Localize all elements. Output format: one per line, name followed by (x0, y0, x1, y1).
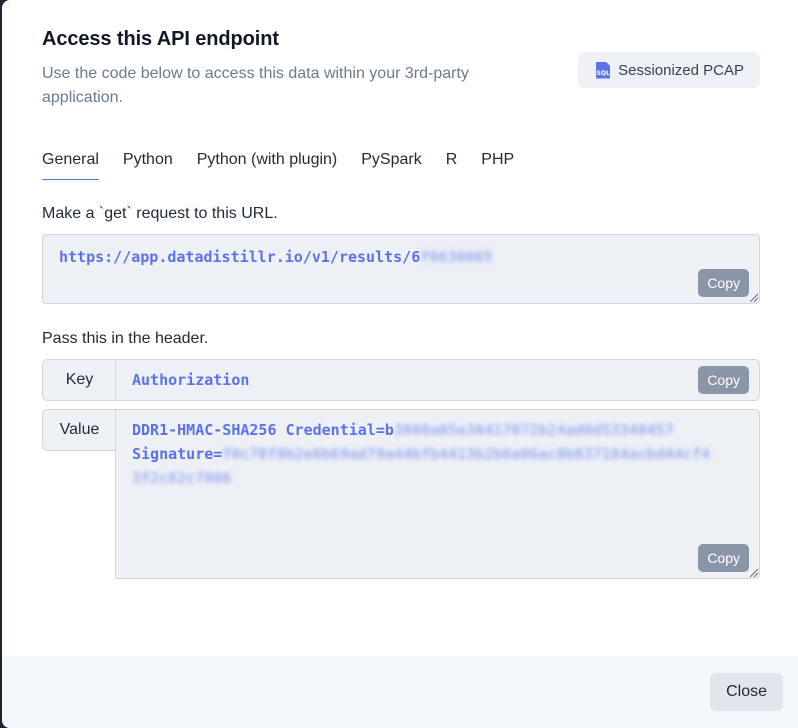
url-textarea[interactable]: https://app.datadistillr.io/v1/results/6… (42, 234, 760, 304)
key-label: Key (42, 359, 116, 401)
tab-general[interactable]: General (42, 149, 99, 180)
value-line3-redacted: 3f2c82c7066 (132, 469, 232, 487)
modal-footer: Close (2, 656, 798, 728)
value-line1-text: DDR1-HMAC-SHA256 Credential=b (132, 421, 394, 439)
dataset-button-label: Sessionized PCAP (618, 61, 744, 79)
close-button[interactable]: Close (710, 673, 783, 711)
modal-subtitle: Use the code below to access this data w… (42, 65, 469, 106)
url-text: https://app.datadistillr.io/v1/results/6 (59, 248, 421, 266)
value-line1-redacted: 3808a05e30417072b24ad0d53348457 (393, 421, 674, 439)
tab-php[interactable]: PHP (481, 149, 514, 180)
value-text: DDR1-HMAC-SHA256 Credential=b3808a05e304… (132, 418, 722, 490)
value-line2-redacted: f0c70f0b2e6b69ad79a44bfb4413b2b6a06ac0b8… (222, 445, 710, 463)
api-access-modal: Access this API endpoint Use the code be… (2, 0, 798, 728)
tab-pyspark[interactable]: PySpark (361, 149, 421, 180)
resize-handle-icon[interactable] (750, 294, 758, 302)
value-textarea[interactable]: DDR1-HMAC-SHA256 Credential=b3808a05e304… (115, 409, 760, 579)
tab-python[interactable]: Python (123, 149, 173, 180)
tab-python-with-plugin[interactable]: Python (with plugin) (197, 149, 338, 180)
resize-handle-icon[interactable] (750, 569, 758, 577)
sql-file-icon: SQL (596, 61, 611, 79)
dataset-button[interactable]: SQL Sessionized PCAP (578, 52, 760, 88)
modal-title: Access this API endpoint (42, 28, 279, 50)
header-key-row: Key Authorization Copy (42, 359, 760, 401)
modal-body: Access this API endpoint Use the code be… (2, 0, 798, 656)
url-redacted-text: f6630065 (420, 248, 493, 266)
copy-key-button[interactable]: Copy (698, 366, 749, 394)
copy-value-button[interactable]: Copy (698, 544, 749, 572)
url-instruction-label: Make a `get` request to this URL. (42, 205, 278, 222)
header-value-row: Value DDR1-HMAC-SHA256 Credential=b3808a… (42, 409, 760, 579)
tab-r[interactable]: R (446, 149, 458, 180)
key-value-text: Authorization (132, 371, 250, 389)
value-label: Value (42, 409, 116, 451)
copy-url-button[interactable]: Copy (698, 269, 749, 297)
language-tabs: General Python Python (with plugin) PySp… (42, 149, 758, 180)
header-instruction-label: Pass this in the header. (42, 330, 209, 347)
sql-icon-text: SQL (596, 69, 610, 77)
key-field[interactable]: Authorization Copy (115, 359, 760, 401)
value-line2-text: Signature= (132, 445, 223, 463)
